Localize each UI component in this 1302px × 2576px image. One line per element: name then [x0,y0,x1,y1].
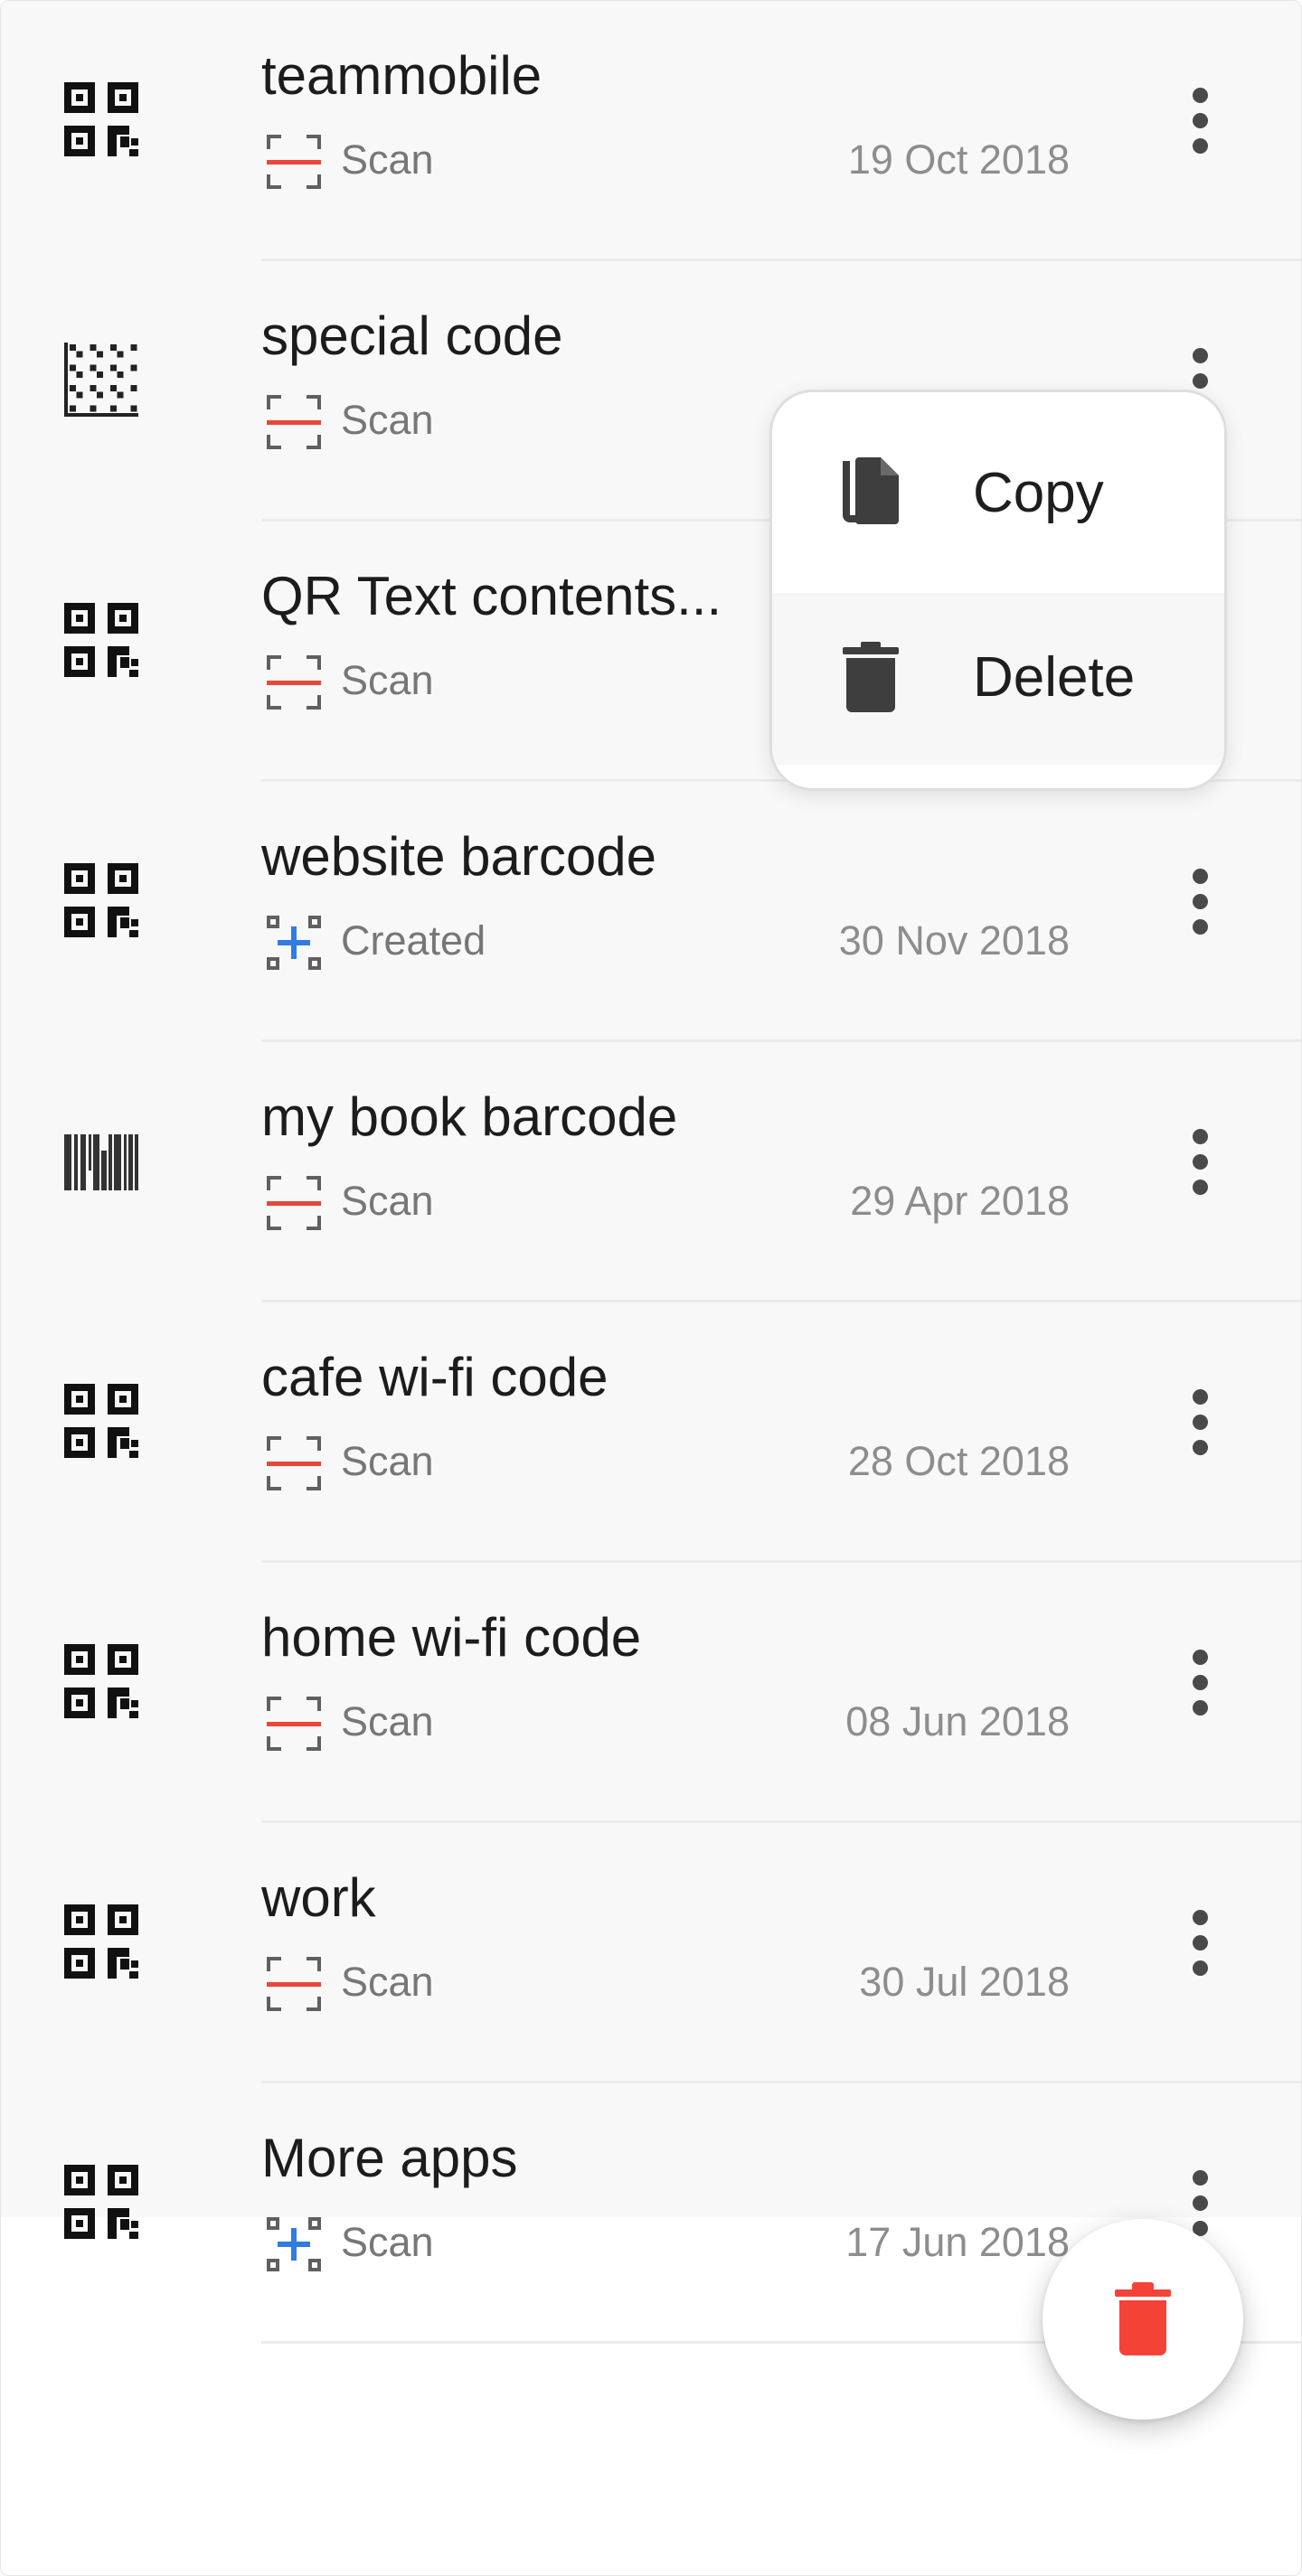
qr-code-icon [64,2165,138,2239]
list-item[interactable]: home wi-fi code Scan 08 Jun 2018 [1,1563,1301,1823]
item-title: special code [261,306,563,366]
qr-code-icon [64,603,138,677]
delete-menu-item[interactable]: Delete [772,593,1224,765]
delete-label: Delete [973,646,1136,709]
item-title: More apps [261,2128,518,2188]
qr-code-icon [64,1644,138,1718]
more-options-icon[interactable] [1176,1384,1225,1460]
qr-code-icon [64,82,138,156]
item-date: 29 Apr 2018 [850,1178,1070,1224]
copy-menu-item[interactable]: Copy [772,392,1224,593]
list-item[interactable]: website barcode Created 30 Nov 2018 [1,782,1301,1042]
create-icon [265,2215,323,2273]
item-date: 28 Oct 2018 [847,1438,1070,1484]
item-title: cafe wi-fi code [261,1347,609,1407]
trash-icon [1115,2282,1171,2355]
more-options-icon[interactable] [1176,82,1225,158]
context-menu: Copy Delete [769,390,1227,791]
item-source: Scan [341,2219,434,2265]
item-date: 30 Nov 2018 [838,917,1070,964]
scan-icon [265,133,323,191]
scan-icon [265,393,323,451]
copy-label: Copy [973,462,1104,524]
scan-icon [265,1174,323,1232]
item-title: my book barcode [261,1086,678,1147]
scan-icon [265,653,323,711]
list-item[interactable]: work Scan 30 Jul 2018 [1,1823,1301,2083]
qr-code-icon [64,1904,138,1979]
item-title: website barcode [261,826,656,887]
barcode-icon [64,1123,138,1198]
item-source: Scan [341,1178,434,1224]
item-source: Scan [341,397,434,443]
item-date: 30 Jul 2018 [859,1959,1070,2005]
item-source: Scan [341,1438,434,1484]
list-item[interactable]: teammobile Scan 19 Oct 2018 [1,1,1301,261]
scan-icon [265,1695,323,1753]
item-source: Scan [341,657,434,703]
item-source: Scan [341,1959,434,2005]
list-item[interactable]: my book barcode Scan 29 Apr 2018 [1,1042,1301,1302]
item-date: 17 Jun 2018 [845,2219,1070,2265]
code-history-list[interactable]: teammobile Scan 19 Oct 2018 special code Sca… [1,1,1301,2217]
more-options-icon[interactable] [1176,1644,1225,1720]
scan-icon [265,1434,323,1492]
list-item[interactable]: cafe wi-fi code Scan 28 Oct 2018 [1,1302,1301,1563]
more-options-icon[interactable] [1176,1123,1225,1199]
item-title: home wi-fi code [261,1607,642,1668]
screen: teammobile Scan 19 Oct 2018 special code Sca… [0,0,1302,2576]
item-title: QR Text contents... [261,566,722,626]
item-date: 19 Oct 2018 [847,136,1070,183]
item-title: teammobile [261,45,542,106]
item-source: Scan [341,1698,434,1744]
datamatrix-icon [64,343,138,417]
more-options-icon[interactable] [1176,863,1225,939]
item-source: Created [341,917,486,964]
copy-icon [843,457,899,524]
delete-fab-button[interactable] [1043,2219,1243,2420]
item-source: Scan [341,136,434,183]
qr-code-icon [64,1384,138,1458]
more-options-icon[interactable] [1176,1904,1225,1980]
qr-code-icon [64,863,138,937]
create-icon [265,914,323,972]
item-date: 08 Jun 2018 [845,1698,1070,1744]
item-title: work [261,1867,376,1928]
trash-icon [843,642,899,712]
scan-icon [265,1955,323,2013]
